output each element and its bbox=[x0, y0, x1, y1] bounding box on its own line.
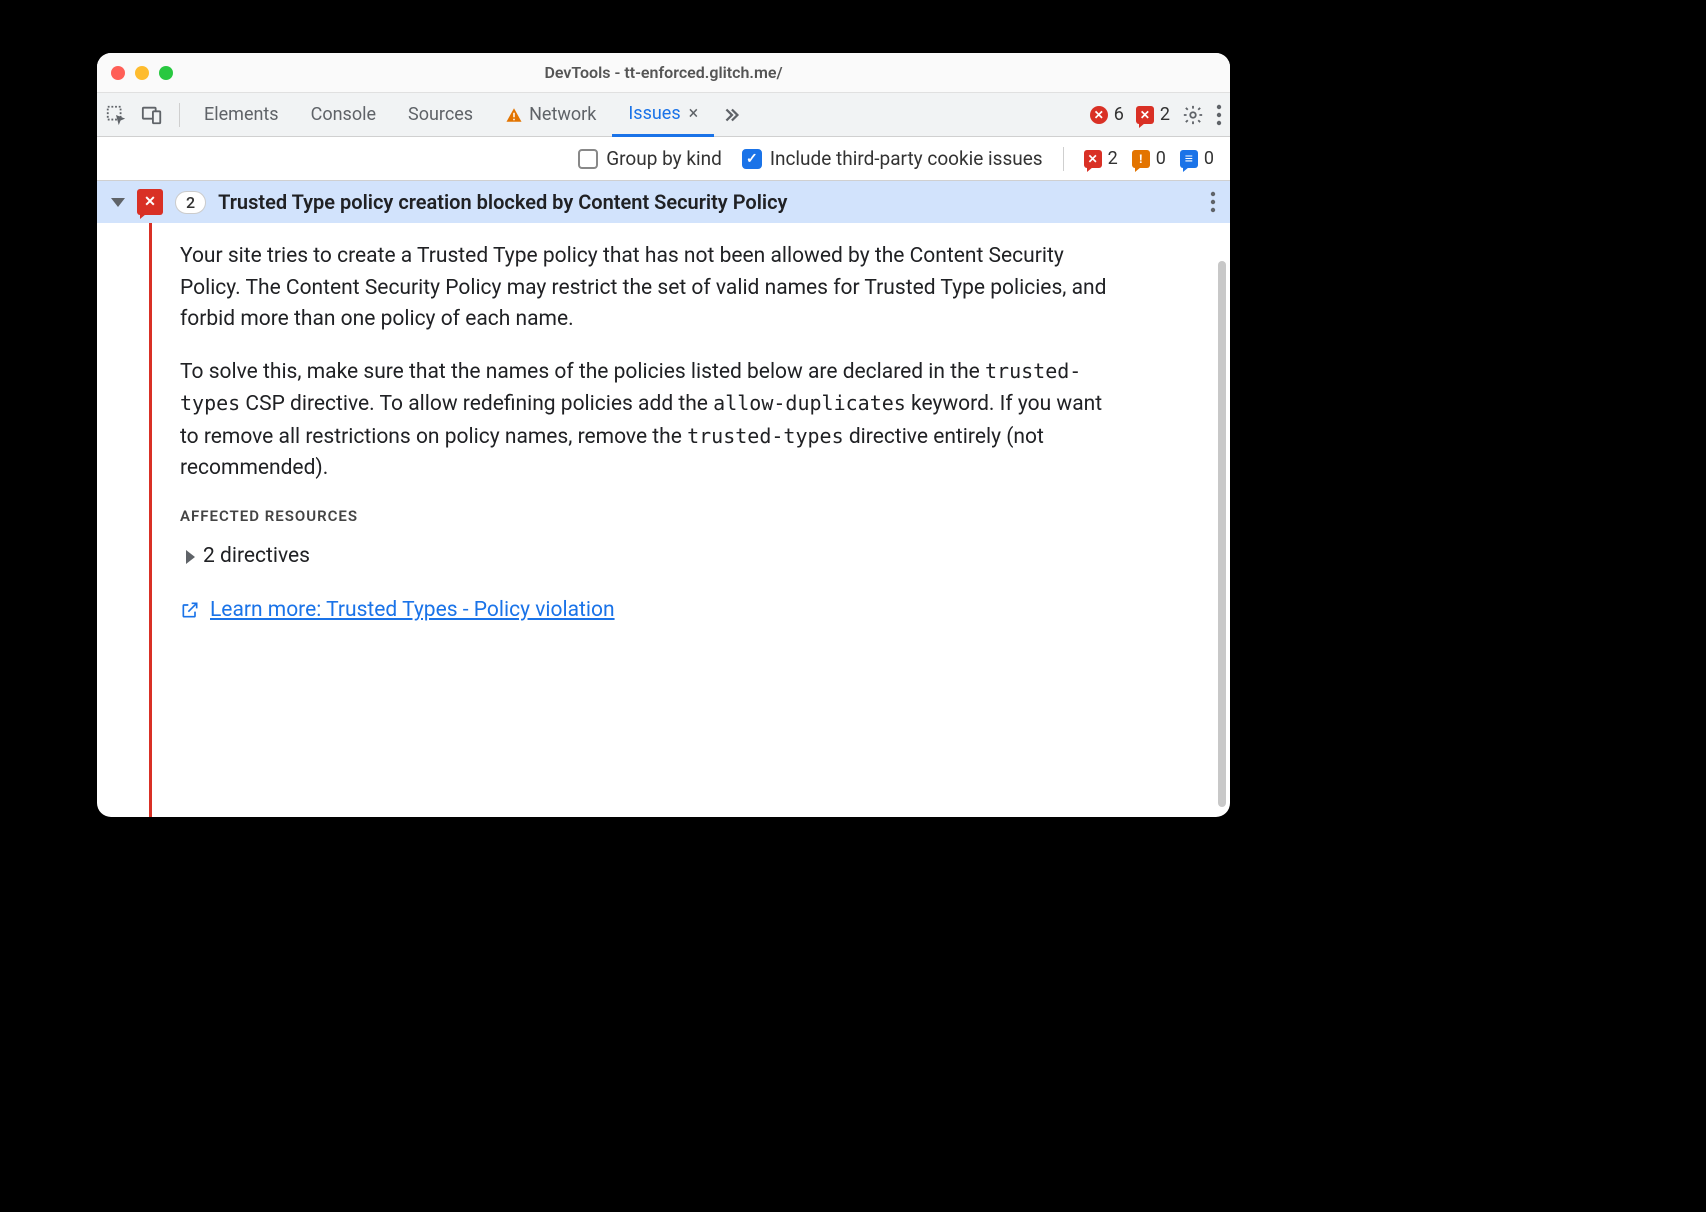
issues-panel: ✕ 2 Trusted Type policy creation blocked… bbox=[97, 181, 1230, 817]
directives-expander[interactable]: 2 directives bbox=[186, 541, 1124, 573]
issue-count-pill: 2 bbox=[175, 191, 206, 214]
tab-elements-label: Elements bbox=[204, 104, 279, 125]
affected-resources-label: AFFECTED RESOURCES bbox=[180, 505, 1124, 528]
divider bbox=[1063, 147, 1064, 171]
learn-more-link[interactable]: Learn more: Trusted Types - Policy viola… bbox=[210, 595, 615, 627]
issue-body: Your site tries to create a Trusted Type… bbox=[97, 223, 1230, 817]
kebab-menu-icon[interactable] bbox=[1216, 104, 1222, 126]
warning-icon bbox=[505, 106, 523, 124]
issues-count-warning[interactable]: ! 0 bbox=[1132, 148, 1166, 169]
devtools-window: DevTools - tt-enforced.glitch.me/ Elemen… bbox=[97, 53, 1230, 817]
close-window-button[interactable] bbox=[111, 66, 125, 80]
checkbox-checked-icon: ✓ bbox=[742, 149, 762, 169]
tab-console-label: Console bbox=[311, 104, 376, 125]
code-trusted-types-2: trusted-types bbox=[687, 424, 844, 448]
issues-count-info[interactable]: ≡ 0 bbox=[1180, 148, 1214, 169]
tab-network[interactable]: Network bbox=[489, 93, 612, 137]
learn-more-row: Learn more: Trusted Types - Policy viola… bbox=[180, 595, 1124, 627]
expand-caret-icon[interactable] bbox=[111, 198, 125, 207]
tab-console[interactable]: Console bbox=[295, 93, 392, 137]
checkbox-unchecked-icon bbox=[578, 149, 598, 169]
issue-error-count-value: 2 bbox=[1160, 104, 1170, 125]
error-count[interactable]: ✕ 6 bbox=[1090, 104, 1124, 125]
text: To solve this, make sure that the names … bbox=[180, 360, 985, 384]
tab-elements[interactable]: Elements bbox=[188, 93, 295, 137]
expand-right-icon bbox=[186, 550, 195, 564]
tab-sources[interactable]: Sources bbox=[392, 93, 489, 137]
issues-count-error[interactable]: ✕ 2 bbox=[1084, 148, 1118, 169]
close-tab-icon[interactable]: × bbox=[689, 103, 699, 124]
issue-error-icon: ✕ bbox=[1084, 150, 1102, 168]
minimize-window-button[interactable] bbox=[135, 66, 149, 80]
code-allow-duplicates: allow-duplicates bbox=[713, 391, 906, 415]
divider bbox=[179, 103, 180, 127]
main-tabbar: Elements Console Sources Network Issues … bbox=[97, 93, 1230, 137]
scrollbar[interactable] bbox=[1218, 261, 1226, 807]
settings-icon[interactable] bbox=[1182, 104, 1204, 126]
issues-toolbar: Group by kind ✓ Include third-party cook… bbox=[97, 137, 1230, 181]
issue-menu-icon[interactable] bbox=[1210, 191, 1216, 213]
window-controls bbox=[97, 66, 173, 80]
tab-network-label: Network bbox=[529, 104, 596, 125]
text: CSP directive. To allow redefining polic… bbox=[240, 392, 713, 416]
issues-count-error-value: 2 bbox=[1108, 148, 1118, 169]
issues-count-info-value: 0 bbox=[1204, 148, 1214, 169]
issue-header[interactable]: ✕ 2 Trusted Type policy creation blocked… bbox=[97, 181, 1230, 223]
external-link-icon bbox=[180, 600, 200, 620]
error-count-value: 6 bbox=[1114, 104, 1124, 125]
inspect-element-icon[interactable] bbox=[105, 104, 127, 126]
titlebar: DevTools - tt-enforced.glitch.me/ bbox=[97, 53, 1230, 93]
issues-count-warning-value: 0 bbox=[1156, 148, 1166, 169]
issue-error-icon: ✕ bbox=[1136, 106, 1154, 124]
more-tabs-icon[interactable] bbox=[720, 104, 742, 126]
issue-warning-icon: ! bbox=[1132, 150, 1150, 168]
issue-error-count[interactable]: ✕ 2 bbox=[1136, 104, 1170, 125]
group-by-kind-label: Group by kind bbox=[606, 147, 722, 170]
window-title: DevTools - tt-enforced.glitch.me/ bbox=[97, 63, 1230, 82]
tab-sources-label: Sources bbox=[408, 104, 473, 125]
include-third-party-checkbox[interactable]: ✓ Include third-party cookie issues bbox=[742, 147, 1043, 170]
include-third-party-label: Include third-party cookie issues bbox=[770, 147, 1043, 170]
tab-issues[interactable]: Issues × bbox=[612, 93, 714, 137]
issue-description-1: Your site tries to create a Trusted Type… bbox=[180, 241, 1124, 336]
issue-info-icon: ≡ bbox=[1180, 150, 1198, 168]
issue-severity-icon: ✕ bbox=[137, 189, 163, 215]
directives-count-label: 2 directives bbox=[203, 541, 310, 573]
issue-title: Trusted Type policy creation blocked by … bbox=[218, 190, 787, 214]
group-by-kind-checkbox[interactable]: Group by kind bbox=[578, 147, 722, 170]
device-toolbar-icon[interactable] bbox=[141, 104, 163, 126]
issue-description-2: To solve this, make sure that the names … bbox=[180, 356, 1124, 485]
maximize-window-button[interactable] bbox=[159, 66, 173, 80]
tab-issues-label: Issues bbox=[628, 103, 680, 124]
error-icon: ✕ bbox=[1090, 106, 1108, 124]
